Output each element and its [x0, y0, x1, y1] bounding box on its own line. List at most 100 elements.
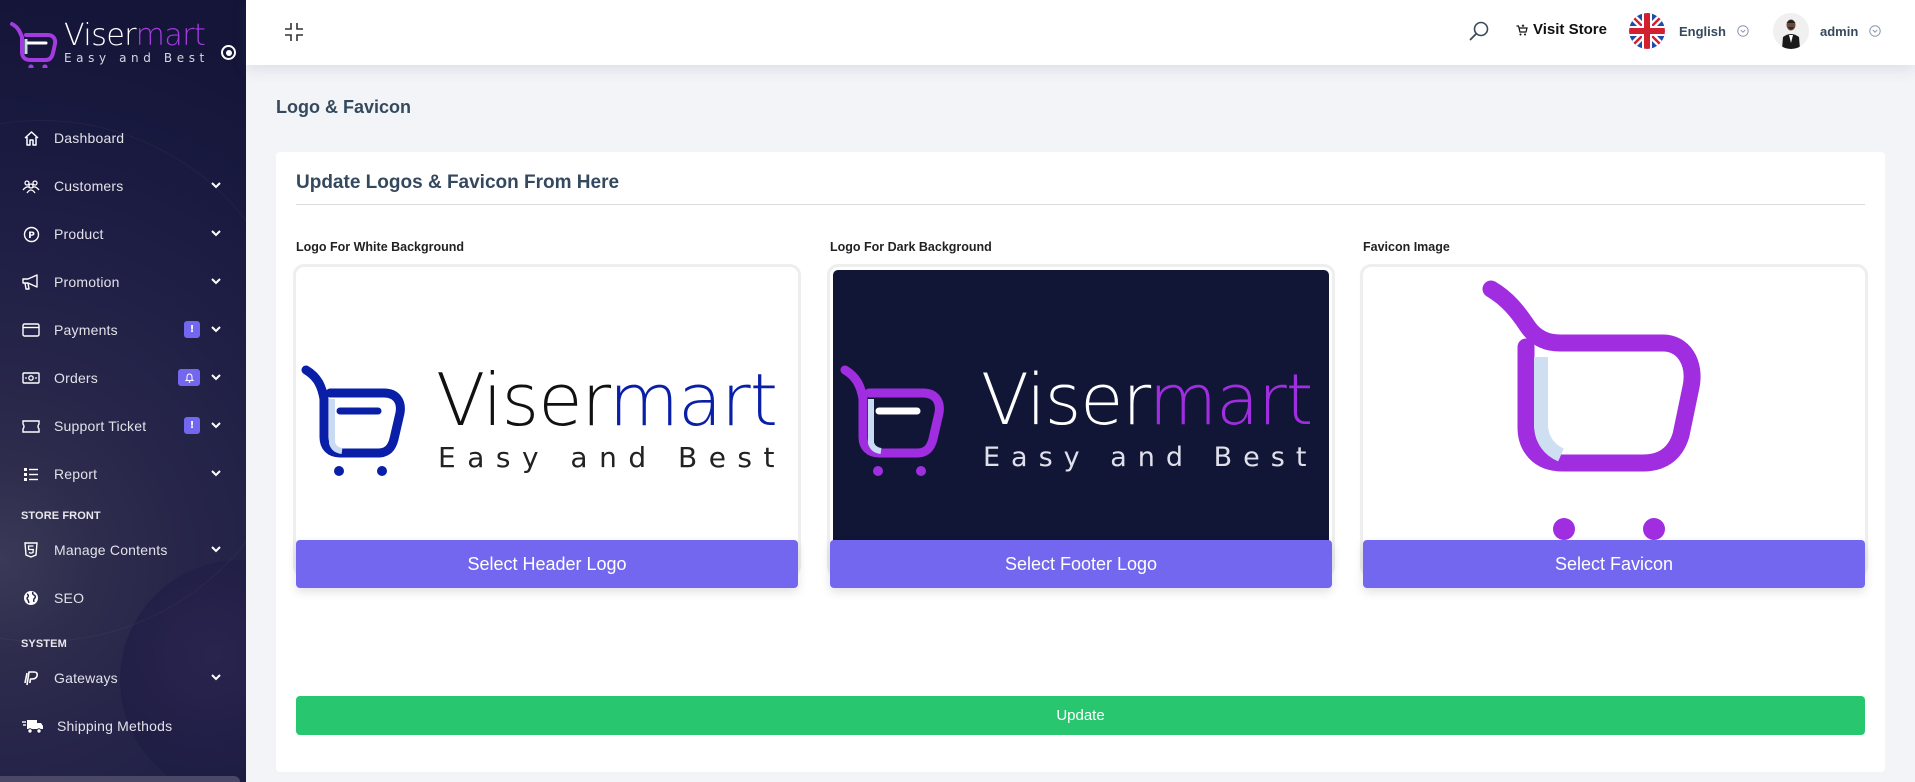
logo-dark-label: Logo For Dark Background	[830, 240, 992, 254]
sidebar-item-label: Manage Contents	[54, 542, 168, 558]
brand-name-accent: mart	[135, 17, 206, 53]
cart-logo-icon	[10, 22, 58, 68]
home-icon	[21, 128, 41, 148]
bell-badge	[178, 369, 200, 386]
select-header-logo-button[interactable]: Select Header Logo	[296, 540, 798, 588]
search-icon[interactable]	[1468, 20, 1490, 42]
chevron-down-icon	[211, 470, 221, 477]
topbar: Visit Store English admin	[246, 0, 1915, 65]
svg-text:Easy and Best: Easy and Best	[438, 441, 786, 474]
chevron-down-icon	[211, 674, 221, 681]
sidebar-item-label: Shipping Methods	[57, 718, 173, 734]
username-label: admin	[1820, 23, 1859, 39]
ticket-icon	[21, 416, 41, 436]
svg-text:Visermart: Visermart	[981, 359, 1312, 441]
money-icon	[21, 368, 41, 388]
svg-text:Visermart: Visermart	[436, 358, 777, 442]
sidebar-item-label: Customers	[54, 178, 124, 194]
sidebar-item-label: SEO	[54, 590, 85, 606]
favicon-label: Favicon Image	[1363, 240, 1450, 254]
uk-flag-icon	[1629, 13, 1665, 49]
brand-name-main: Viser	[64, 17, 136, 53]
page-title: Logo & Favicon	[276, 97, 411, 117]
sidebar-item-label: Product	[54, 226, 104, 242]
sidebar-item-promotion[interactable]: Promotion	[0, 258, 246, 306]
sidebar-item-orders[interactable]: Orders	[0, 354, 246, 402]
sidebar-item-manage-contents[interactable]: Manage Contents	[0, 526, 246, 574]
alert-badge: !	[184, 321, 200, 338]
chevron-down-icon	[211, 546, 221, 553]
logo-dark-preview[interactable]: Visermart Easy and Best	[830, 267, 1332, 574]
chevron-down-icon	[211, 326, 221, 333]
sidebar-item-support-ticket[interactable]: Support Ticket !	[0, 402, 246, 450]
chevron-down-icon	[211, 278, 221, 285]
users-icon	[21, 176, 41, 196]
chevron-down-circle-icon	[1869, 25, 1881, 37]
visit-store-link[interactable]: Visit Store	[1516, 21, 1607, 38]
sidebar-item-seo[interactable]: SEO	[0, 574, 246, 622]
chevron-down-icon	[211, 182, 221, 189]
chevron-down-circle-icon	[1737, 25, 1749, 37]
logo-favicon-card: Update Logos & Favicon From Here Logo Fo…	[276, 152, 1885, 772]
logo-white-image: Visermart Easy and Best	[301, 358, 786, 476]
alert-badge: !	[184, 417, 200, 434]
chevron-down-icon	[211, 230, 221, 237]
bell-icon	[184, 372, 194, 383]
logo-dark-column: Logo For Dark Background Visermart Easy …	[830, 240, 1332, 574]
product-icon: P	[21, 224, 41, 244]
brand-name: Visermart	[64, 17, 209, 53]
favicon-column: Favicon Image	[1363, 240, 1865, 574]
sidebar-next-item-edge	[0, 776, 240, 782]
html5-icon	[21, 540, 41, 560]
collapse-icon[interactable]	[284, 22, 304, 42]
sidebar-item-label: Promotion	[54, 274, 120, 290]
logo-dark-image: Visermart Easy and Best	[840, 359, 1317, 476]
sidebar-item-report[interactable]: Report	[0, 450, 246, 498]
update-button[interactable]: Update	[296, 696, 1865, 735]
sidebar: Visermart Easy and Best Dashboard Custom…	[0, 0, 246, 782]
section-heading-store-front: STORE FRONT	[21, 510, 101, 522]
sidebar-item-shipping-methods[interactable]: Shipping Methods	[0, 702, 246, 750]
select-footer-logo-button[interactable]: Select Footer Logo	[830, 540, 1332, 588]
favicon-preview[interactable]	[1363, 267, 1865, 574]
sidebar-nav: Dashboard Customers P Product Promotion	[0, 114, 246, 750]
sidebar-item-label: Orders	[54, 370, 98, 386]
chevron-down-icon	[211, 374, 221, 381]
sidebar-item-customers[interactable]: Customers	[0, 162, 246, 210]
sidebar-item-label: Support Ticket	[54, 418, 147, 434]
cart-plus-icon	[1516, 24, 1528, 35]
globe-icon	[21, 588, 41, 608]
section-heading-system: SYSTEM	[21, 638, 67, 650]
sidebar-item-product[interactable]: P Product	[0, 210, 246, 258]
credit-card-icon	[21, 320, 41, 340]
sidebar-item-payments[interactable]: Payments !	[0, 306, 246, 354]
card-title: Update Logos & Favicon From Here	[296, 172, 620, 193]
select-favicon-button[interactable]: Select Favicon	[1363, 540, 1865, 588]
visit-store-label: Visit Store	[1533, 21, 1607, 38]
chevron-down-icon	[211, 422, 221, 429]
sidebar-item-label: Payments	[54, 322, 118, 338]
svg-text:P: P	[28, 230, 35, 240]
brand-tagline: Easy and Best	[64, 50, 209, 65]
brand-logo[interactable]: Visermart Easy and Best	[8, 16, 209, 68]
list-icon	[21, 464, 41, 484]
favicon-image	[1482, 280, 1701, 540]
paypal-icon	[21, 668, 41, 688]
sidebar-toggle-button[interactable]	[221, 45, 236, 60]
logo-white-preview[interactable]: Visermart Easy and Best	[296, 267, 798, 574]
card-divider	[296, 204, 1865, 205]
language-label: English	[1679, 23, 1726, 39]
sidebar-item-dashboard[interactable]: Dashboard	[0, 114, 246, 162]
logo-white-column: Logo For White Background Visermart Easy…	[296, 240, 798, 574]
sidebar-item-label: Gateways	[54, 670, 118, 686]
sidebar-item-label: Dashboard	[54, 130, 125, 146]
sidebar-item-label: Report	[54, 466, 98, 482]
language-selector[interactable]: English	[1629, 13, 1749, 49]
megaphone-icon	[21, 272, 41, 292]
logo-white-label: Logo For White Background	[296, 240, 465, 254]
sidebar-item-gateways[interactable]: Gateways	[0, 654, 246, 702]
avatar	[1773, 13, 1809, 49]
user-menu[interactable]: admin	[1773, 13, 1881, 49]
truck-icon	[21, 716, 45, 736]
svg-text:Easy and Best: Easy and Best	[983, 442, 1317, 473]
